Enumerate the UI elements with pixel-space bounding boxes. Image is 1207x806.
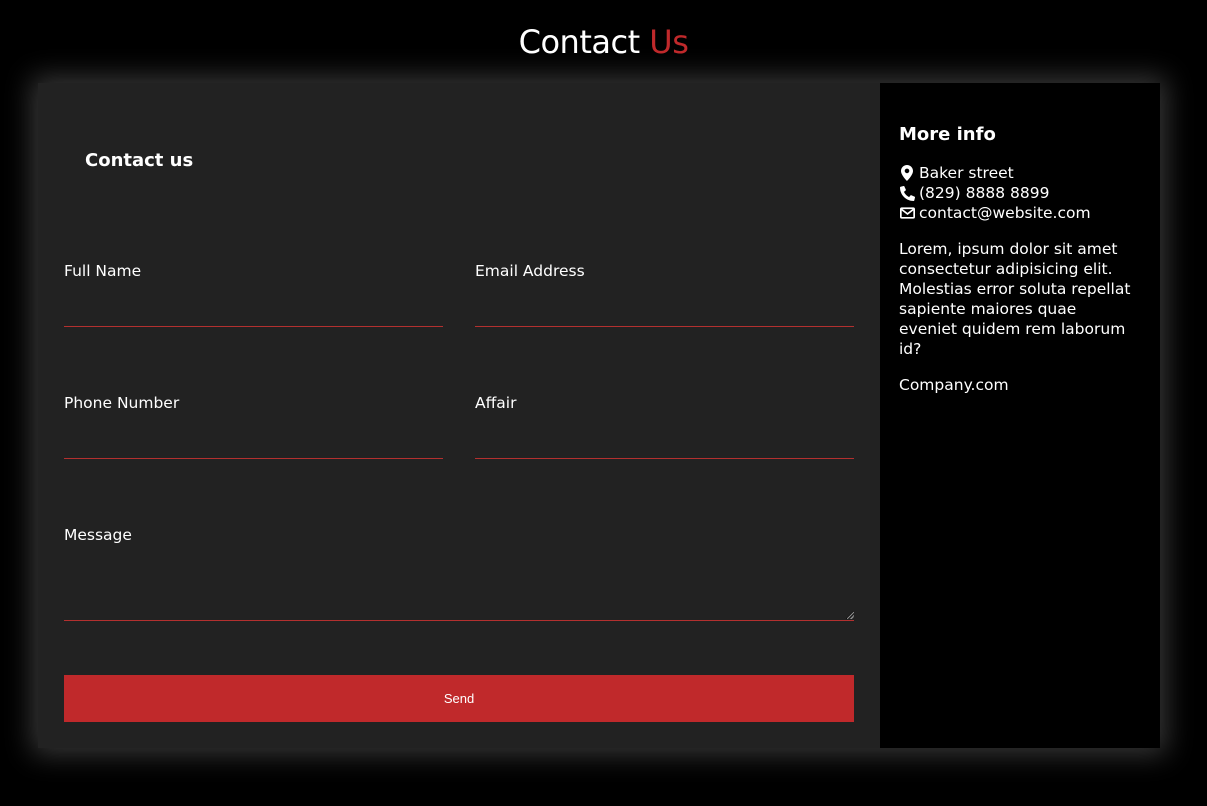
send-button[interactable]: Send	[64, 675, 854, 722]
page-title-accent: Us	[649, 23, 689, 61]
full-name-input[interactable]	[64, 289, 443, 327]
message-field: Message	[64, 525, 854, 621]
message-label: Message	[64, 526, 132, 544]
affair-label: Affair	[475, 394, 517, 412]
info-address: Baker street	[899, 163, 1140, 183]
contact-form: Contact us Full Name Email Address Phone…	[38, 83, 880, 748]
resize-handle-icon[interactable]	[847, 612, 854, 619]
phone-input[interactable]	[64, 421, 443, 459]
message-textarea[interactable]	[64, 553, 854, 621]
address-text: Baker street	[919, 164, 1014, 182]
info-description: Lorem, ipsum dolor sit amet consectetur …	[899, 240, 1131, 358]
info-email: contact@website.com	[899, 203, 1140, 223]
affair-input[interactable]	[475, 421, 854, 459]
phone-icon	[899, 185, 915, 201]
map-marker-icon	[899, 165, 915, 181]
info-phone: (829) 8888 8899	[899, 183, 1140, 203]
email-label: Email Address	[475, 262, 585, 280]
company-site: Company.com	[899, 376, 1009, 394]
email-field: Email Address	[475, 261, 854, 327]
more-info-panel: More info Baker street (829) 8888 8899 c…	[880, 83, 1160, 748]
phone-label: Phone Number	[64, 394, 180, 412]
full-name-label: Full Name	[64, 262, 142, 280]
phone-field: Phone Number	[64, 393, 443, 459]
page-title: Contact Us	[0, 20, 1207, 64]
email-input[interactable]	[475, 289, 854, 327]
envelope-icon	[899, 205, 915, 221]
form-heading: Contact us	[85, 150, 194, 171]
page-title-main: Contact	[518, 23, 641, 61]
email-text: contact@website.com	[919, 204, 1091, 222]
affair-field: Affair	[475, 393, 854, 459]
contact-card: Contact us Full Name Email Address Phone…	[38, 83, 1160, 748]
info-title: More info	[899, 124, 996, 145]
full-name-field: Full Name	[64, 261, 443, 327]
phone-text: (829) 8888 8899	[919, 184, 1050, 202]
